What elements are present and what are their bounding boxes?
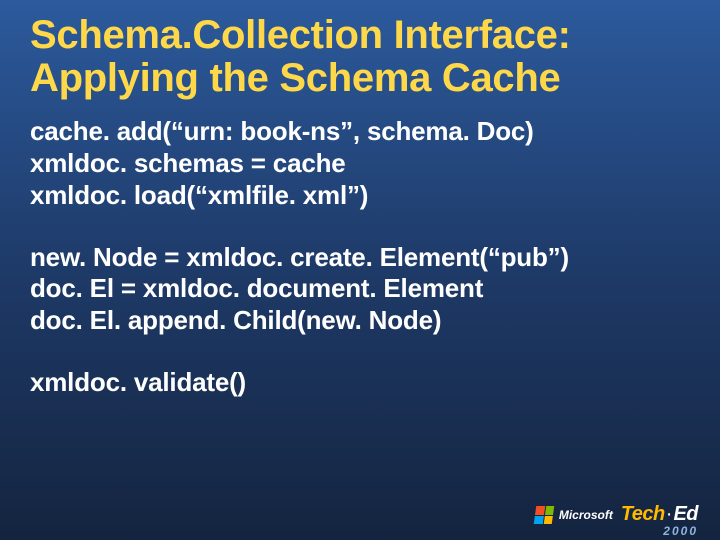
code-line: xmldoc. schemas = cache <box>30 148 690 180</box>
spacer <box>30 337 690 367</box>
event-year: 2000 <box>663 524 698 538</box>
spacer <box>30 212 690 242</box>
code-line: xmldoc. load(“xmlfile. xml”) <box>30 180 690 212</box>
microsoft-flag-icon <box>534 506 555 524</box>
slide-body: cache. add(“urn: book-ns”, schema. Doc) … <box>0 108 720 398</box>
event-logo: Microsoft Tech · Ed <box>535 503 698 526</box>
code-line: cache. add(“urn: book-ns”, schema. Doc) <box>30 116 690 148</box>
event-part2: Ed <box>673 503 698 526</box>
slide: Schema.Collection Interface: Applying th… <box>0 0 720 540</box>
code-line: new. Node = xmldoc. create. Element(“pub… <box>30 242 690 274</box>
code-line: doc. El. append. Child(new. Node) <box>30 305 690 337</box>
code-line: doc. El = xmldoc. document. Element <box>30 273 690 305</box>
code-line: xmldoc. validate() <box>30 367 690 399</box>
slide-title: Schema.Collection Interface: Applying th… <box>0 0 720 108</box>
dot-icon: · <box>666 503 673 526</box>
event-part1: Tech <box>621 503 665 526</box>
company-name: Microsoft <box>559 508 613 522</box>
event-name: Tech · Ed <box>621 503 698 526</box>
